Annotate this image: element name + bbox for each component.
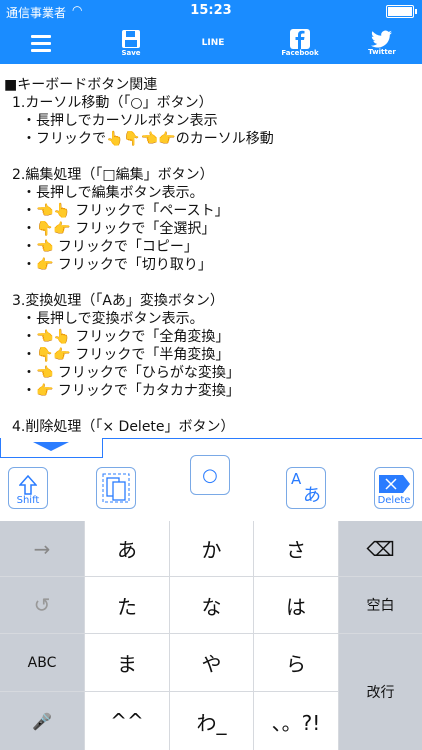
text-line: ・👈👆 フリックで「ペースト」 [22,203,229,219]
key-wa[interactable]: わ_ [170,692,253,750]
status-bar: 通信事業者 ◠ 15:23 [0,0,422,22]
text-editor[interactable]: ■キーボードボタン関連 1.カーソル移動（「○」ボタン） ・長押しでカーソルボタ… [0,64,422,438]
key-backspace[interactable]: ⌫ [339,521,422,576]
shift-arrow-icon [19,475,37,495]
save-button[interactable]: Save [112,22,150,64]
line-button[interactable]: LINE [196,22,230,64]
text-line: ・👈 フリックで「ひらがな変換」 [22,365,240,381]
shift-button[interactable]: Shift [8,467,48,509]
text-line: ・👈 フリックで「コピー」 [22,239,198,255]
twitter-button[interactable]: Twitter [362,22,402,64]
delete-label: Delete [377,495,411,506]
key-abc[interactable]: ABC [0,634,84,691]
cursor-circle-label: ○ [202,464,218,486]
text-line: ・長押しでカーソルボタン表示 [22,113,218,129]
text-line: ・👇👉 フリックで「半角変換」 [22,347,230,363]
text-line: ・フリックで👆👇👈👉のカーソル移動 [22,131,274,147]
text-line: ・長押しで編集ボタン表示。 [22,185,204,201]
delete-button[interactable]: Delete [374,467,414,509]
key-punctuation[interactable]: 、。?! [254,692,338,750]
key-sa[interactable]: さ [254,521,338,576]
text-line: 1.カーソル移動（「○」ボタン） [12,95,213,111]
text-line: ・👇👉 フリックで「全選択」 [22,221,216,237]
key-space[interactable]: 空白 [339,577,422,633]
facebook-label: Facebook [281,49,319,57]
text-line: ・👉 フリックで「切り取り」 [22,257,212,273]
key-ka[interactable]: か [170,521,253,576]
floppy-disk-icon [122,30,140,48]
text-line: 4.削除処理（「× Delete」ボタン） [12,419,235,435]
twitter-bird-icon [371,30,392,48]
convert-kana-label: あ [303,485,321,506]
key-ra[interactable]: ら [254,634,338,691]
top-toolbar: Save LINE Facebook Twitter [0,22,422,64]
cursor-button[interactable]: ○ [190,455,230,495]
delete-x-icon [379,475,410,493]
key-return[interactable]: 改行 [339,634,422,750]
text-line: 2.編集処理（「□編集」ボタン） [12,167,214,183]
keyboard-collapse-tab[interactable] [0,438,103,458]
shift-label: Shift [16,495,40,506]
convert-button[interactable]: A あ [286,467,326,509]
key-a[interactable]: あ [85,521,169,576]
key-ya[interactable]: や [170,634,253,691]
battery-icon [386,5,417,18]
facebook-icon [290,29,310,49]
text-line: ■キーボードボタン関連 [4,77,158,93]
key-ma[interactable]: ま [85,634,169,691]
key-undo[interactable]: ↺ [0,577,84,633]
menu-button[interactable] [28,22,54,64]
status-time: 15:23 [190,3,232,18]
hamburger-icon [31,34,51,38]
copy-pages-icon [102,473,130,503]
key-cursor-right[interactable]: → [0,521,84,576]
key-ta[interactable]: た [85,577,169,633]
text-line: ・長押しで変換ボタン表示。 [22,311,204,327]
flick-keyboard: → あ か さ ⌫ ↺ た な は 空白 ABC ま や ら 改行 🎤 ^^ わ… [0,521,422,750]
text-line: 3.変換処理（「Aあ」変換ボタン） [12,293,224,309]
line-label: LINE [201,38,225,48]
save-label: Save [121,49,141,57]
key-na[interactable]: な [170,577,253,633]
collapse-triangle-icon [33,442,69,451]
convert-a-label: A [291,470,302,488]
key-ha[interactable]: は [254,577,338,633]
key-microphone[interactable]: 🎤 [0,692,84,750]
twitter-label: Twitter [368,48,396,56]
text-line: ・👈👆 フリックで「全角変換」 [22,329,230,345]
text-line: ・👉 フリックで「カタカナ変換」 [22,383,240,399]
edit-button[interactable] [96,467,136,509]
key-dakuten[interactable]: ^^ [85,692,169,750]
facebook-button[interactable]: Facebook [280,22,320,64]
